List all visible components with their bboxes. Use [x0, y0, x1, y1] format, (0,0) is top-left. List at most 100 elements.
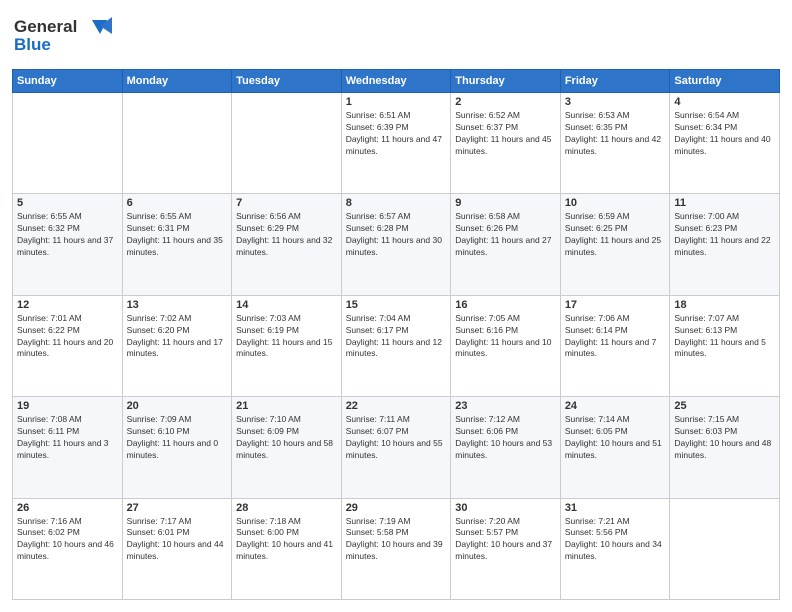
cell-info: Daylight: 11 hours and 42 minutes.	[565, 134, 666, 158]
day-number: 22	[346, 400, 447, 412]
cell-info: Sunset: 6:06 PM	[455, 426, 556, 438]
cell-info: Sunrise: 7:19 AM	[346, 516, 447, 528]
day-number: 23	[455, 400, 556, 412]
cell-info: Sunset: 6:34 PM	[674, 122, 775, 134]
calendar-cell: 4Sunrise: 6:54 AMSunset: 6:34 PMDaylight…	[670, 93, 780, 194]
cell-info: Sunrise: 7:11 AM	[346, 414, 447, 426]
day-number: 31	[565, 502, 666, 514]
page: General Blue SundayMondayTuesdayWednesda…	[0, 0, 792, 612]
cell-info: Daylight: 11 hours and 47 minutes.	[346, 134, 447, 158]
cell-info: Daylight: 10 hours and 51 minutes.	[565, 438, 666, 462]
day-number: 4	[674, 96, 775, 108]
day-number: 10	[565, 197, 666, 209]
cell-info: Daylight: 10 hours and 37 minutes.	[455, 539, 556, 563]
day-number: 13	[127, 299, 228, 311]
cell-info: Daylight: 10 hours and 44 minutes.	[127, 539, 228, 563]
day-number: 12	[17, 299, 118, 311]
calendar-cell: 23Sunrise: 7:12 AMSunset: 6:06 PMDayligh…	[451, 397, 561, 498]
cell-info: Daylight: 11 hours and 37 minutes.	[17, 235, 118, 259]
cell-info: Sunrise: 7:12 AM	[455, 414, 556, 426]
cell-info: Sunset: 6:02 PM	[17, 527, 118, 539]
cell-info: Daylight: 11 hours and 0 minutes.	[127, 438, 228, 462]
cell-info: Sunset: 5:58 PM	[346, 527, 447, 539]
cell-info: Sunset: 6:25 PM	[565, 223, 666, 235]
calendar-cell: 21Sunrise: 7:10 AMSunset: 6:09 PMDayligh…	[232, 397, 342, 498]
calendar-cell: 8Sunrise: 6:57 AMSunset: 6:28 PMDaylight…	[341, 194, 451, 295]
cell-info: Sunrise: 7:06 AM	[565, 313, 666, 325]
day-number: 17	[565, 299, 666, 311]
cell-info: Sunrise: 7:07 AM	[674, 313, 775, 325]
day-number: 19	[17, 400, 118, 412]
calendar-header-sunday: Sunday	[13, 70, 123, 93]
calendar-cell: 20Sunrise: 7:09 AMSunset: 6:10 PMDayligh…	[122, 397, 232, 498]
calendar-cell: 24Sunrise: 7:14 AMSunset: 6:05 PMDayligh…	[560, 397, 670, 498]
calendar-cell	[13, 93, 123, 194]
svg-text:Blue: Blue	[14, 35, 51, 54]
calendar-cell: 30Sunrise: 7:20 AMSunset: 5:57 PMDayligh…	[451, 498, 561, 599]
cell-info: Sunrise: 7:08 AM	[17, 414, 118, 426]
day-number: 1	[346, 96, 447, 108]
cell-info: Sunset: 6:23 PM	[674, 223, 775, 235]
calendar-cell: 11Sunrise: 7:00 AMSunset: 6:23 PMDayligh…	[670, 194, 780, 295]
cell-info: Daylight: 10 hours and 39 minutes.	[346, 539, 447, 563]
calendar-cell: 18 Sunrise: 7:07 AMSunset: 6:13 PMDayligh…	[670, 295, 780, 396]
cell-info: Daylight: 11 hours and 20 minutes.	[17, 337, 118, 361]
calendar-cell: 31Sunrise: 7:21 AMSunset: 5:56 PMDayligh…	[560, 498, 670, 599]
cell-info: Sunset: 6:05 PM	[565, 426, 666, 438]
calendar-table: SundayMondayTuesdayWednesdayThursdayFrid…	[12, 69, 780, 600]
cell-info: Daylight: 10 hours and 48 minutes.	[674, 438, 775, 462]
cell-info: Sunrise: 7:04 AM	[346, 313, 447, 325]
day-number: 14	[236, 299, 337, 311]
day-number: 25	[674, 400, 775, 412]
cell-info: Daylight: 11 hours and 30 minutes.	[346, 235, 447, 259]
calendar-header-row: SundayMondayTuesdayWednesdayThursdayFrid…	[13, 70, 780, 93]
calendar-cell: 27Sunrise: 7:17 AMSunset: 6:01 PMDayligh…	[122, 498, 232, 599]
cell-info: Daylight: 11 hours and 3 minutes.	[17, 438, 118, 462]
calendar-week-4: 19Sunrise: 7:08 AMSunset: 6:11 PMDayligh…	[13, 397, 780, 498]
day-number: 9	[455, 197, 556, 209]
cell-info: Sunset: 6:14 PM	[565, 325, 666, 337]
calendar-week-5: 26Sunrise: 7:16 AMSunset: 6:02 PMDayligh…	[13, 498, 780, 599]
cell-info: Sunrise: 6:53 AM	[565, 110, 666, 122]
calendar-header-monday: Monday	[122, 70, 232, 93]
day-number: 16	[455, 299, 556, 311]
cell-info: Sunrise: 7:17 AM	[127, 516, 228, 528]
cell-info: Sunrise: 6:55 AM	[127, 211, 228, 223]
cell-info: Sunrise: 6:54 AM	[674, 110, 775, 122]
cell-info: Sunrise: 7:03 AM	[236, 313, 337, 325]
cell-info: Sunset: 6:26 PM	[455, 223, 556, 235]
day-number: 6	[127, 197, 228, 209]
cell-info: Sunset: 6:09 PM	[236, 426, 337, 438]
cell-info: Sunset: 6:35 PM	[565, 122, 666, 134]
calendar-cell	[122, 93, 232, 194]
calendar-cell: 26Sunrise: 7:16 AMSunset: 6:02 PMDayligh…	[13, 498, 123, 599]
cell-info: Sunrise: 7:00 AM	[674, 211, 775, 223]
cell-info: Sunrise: 7:10 AM	[236, 414, 337, 426]
cell-info: Sunrise: 6:58 AM	[455, 211, 556, 223]
cell-info: Sunrise: 7:18 AM	[236, 516, 337, 528]
cell-info: Daylight: 11 hours and 15 minutes.	[236, 337, 337, 361]
day-number: 7	[236, 197, 337, 209]
cell-info: Sunset: 6:03 PM	[674, 426, 775, 438]
day-number: 8	[346, 197, 447, 209]
calendar-cell: 1Sunrise: 6:51 AMSunset: 6:39 PMDaylight…	[341, 93, 451, 194]
cell-info: Sunrise: 7:02 AM	[127, 313, 228, 325]
cell-info: Sunrise: 7:16 AM	[17, 516, 118, 528]
day-number: 24	[565, 400, 666, 412]
cell-info: Sunset: 6:29 PM	[236, 223, 337, 235]
cell-info: Daylight: 11 hours and 25 minutes.	[565, 235, 666, 259]
cell-info: Sunset: 6:13 PM	[674, 325, 775, 337]
cell-info: Sunrise: 6:57 AM	[346, 211, 447, 223]
day-number: 18	[674, 299, 775, 311]
calendar-header-friday: Friday	[560, 70, 670, 93]
calendar-cell: 19Sunrise: 7:08 AMSunset: 6:11 PMDayligh…	[13, 397, 123, 498]
day-number: 2	[455, 96, 556, 108]
calendar-cell: 14Sunrise: 7:03 AMSunset: 6:19 PMDayligh…	[232, 295, 342, 396]
logo: General Blue	[12, 12, 122, 61]
cell-info: Daylight: 11 hours and 5 minutes.	[674, 337, 775, 361]
header: General Blue	[12, 12, 780, 61]
day-number: 29	[346, 502, 447, 514]
logo-icon: General Blue	[12, 12, 122, 56]
calendar-cell: 17Sunrise: 7:06 AMSunset: 6:14 PMDayligh…	[560, 295, 670, 396]
day-number: 21	[236, 400, 337, 412]
